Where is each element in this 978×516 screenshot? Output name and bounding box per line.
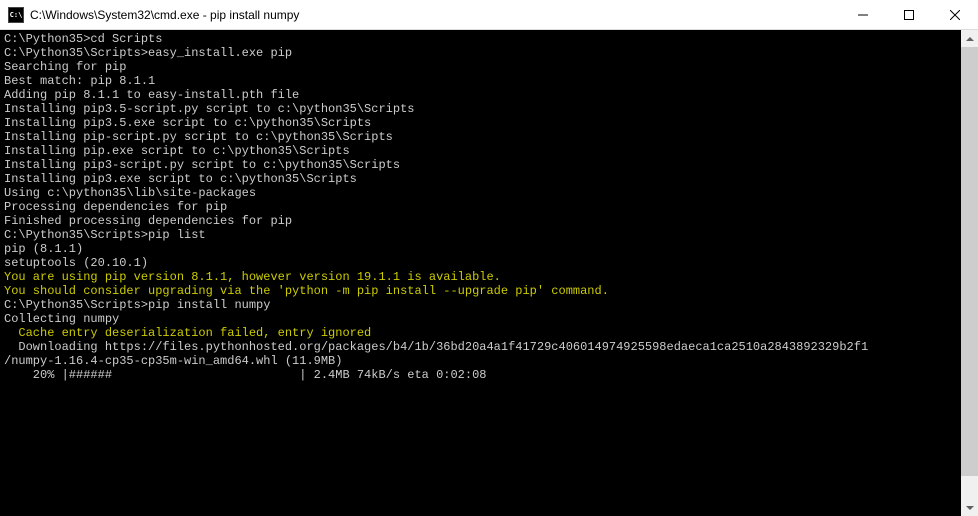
scroll-arrow-up-icon[interactable] bbox=[961, 30, 978, 47]
terminal-line: C:\Python35>cd Scripts bbox=[4, 32, 961, 46]
terminal-line: Adding pip 8.1.1 to easy-install.pth fil… bbox=[4, 88, 961, 102]
close-icon bbox=[950, 10, 960, 20]
terminal-line: pip (8.1.1) bbox=[4, 242, 961, 256]
terminal-line: C:\Python35\Scripts>easy_install.exe pip bbox=[4, 46, 961, 60]
close-button[interactable] bbox=[932, 0, 978, 30]
scroll-thumb[interactable] bbox=[961, 47, 978, 476]
maximize-button[interactable] bbox=[886, 0, 932, 30]
minimize-button[interactable] bbox=[840, 0, 886, 30]
window-controls bbox=[840, 0, 978, 29]
terminal-line: Cache entry deserialization failed, entr… bbox=[4, 326, 961, 340]
terminal-line: Using c:\python35\lib\site-packages bbox=[4, 186, 961, 200]
terminal-line: Processing dependencies for pip bbox=[4, 200, 961, 214]
minimize-icon bbox=[858, 10, 868, 20]
terminal-line: C:\Python35\Scripts>pip install numpy bbox=[4, 298, 961, 312]
terminal-pane[interactable]: C:\Python35>cd ScriptsC:\Python35\Script… bbox=[0, 30, 978, 516]
terminal-line: C:\Python35\Scripts>pip list bbox=[4, 228, 961, 242]
terminal-line: You should consider upgrading via the 'p… bbox=[4, 284, 961, 298]
scroll-arrow-down-icon[interactable] bbox=[961, 499, 978, 516]
terminal-line: /numpy-1.16.4-cp35-cp35m-win_amd64.whl (… bbox=[4, 354, 961, 368]
window-title: C:\Windows\System32\cmd.exe - pip instal… bbox=[30, 8, 299, 22]
maximize-icon bbox=[904, 10, 914, 20]
scroll-track[interactable] bbox=[961, 47, 978, 499]
terminal-line: setuptools (20.10.1) bbox=[4, 256, 961, 270]
terminal-output[interactable]: C:\Python35>cd ScriptsC:\Python35\Script… bbox=[0, 30, 961, 516]
vertical-scrollbar[interactable] bbox=[961, 30, 978, 516]
terminal-line: Installing pip3-script.py script to c:\p… bbox=[4, 158, 961, 172]
terminal-line: Collecting numpy bbox=[4, 312, 961, 326]
terminal-line: Installing pip3.5-script.py script to c:… bbox=[4, 102, 961, 116]
cmd-icon: C:\ bbox=[8, 7, 24, 23]
terminal-line: Installing pip3.5.exe script to c:\pytho… bbox=[4, 116, 961, 130]
terminal-line: 20% |###### | 2.4MB 74kB/s eta 0:02:08 bbox=[4, 368, 961, 382]
terminal-line: Best match: pip 8.1.1 bbox=[4, 74, 961, 88]
terminal-line: Installing pip-script.py script to c:\py… bbox=[4, 130, 961, 144]
terminal-line: Searching for pip bbox=[4, 60, 961, 74]
window-titlebar: C:\ C:\Windows\System32\cmd.exe - pip in… bbox=[0, 0, 978, 30]
terminal-line: Finished processing dependencies for pip bbox=[4, 214, 961, 228]
terminal-line: Installing pip.exe script to c:\python35… bbox=[4, 144, 961, 158]
terminal-line: You are using pip version 8.1.1, however… bbox=[4, 270, 961, 284]
terminal-line: Installing pip3.exe script to c:\python3… bbox=[4, 172, 961, 186]
terminal-line: Downloading https://files.pythonhosted.o… bbox=[4, 340, 961, 354]
